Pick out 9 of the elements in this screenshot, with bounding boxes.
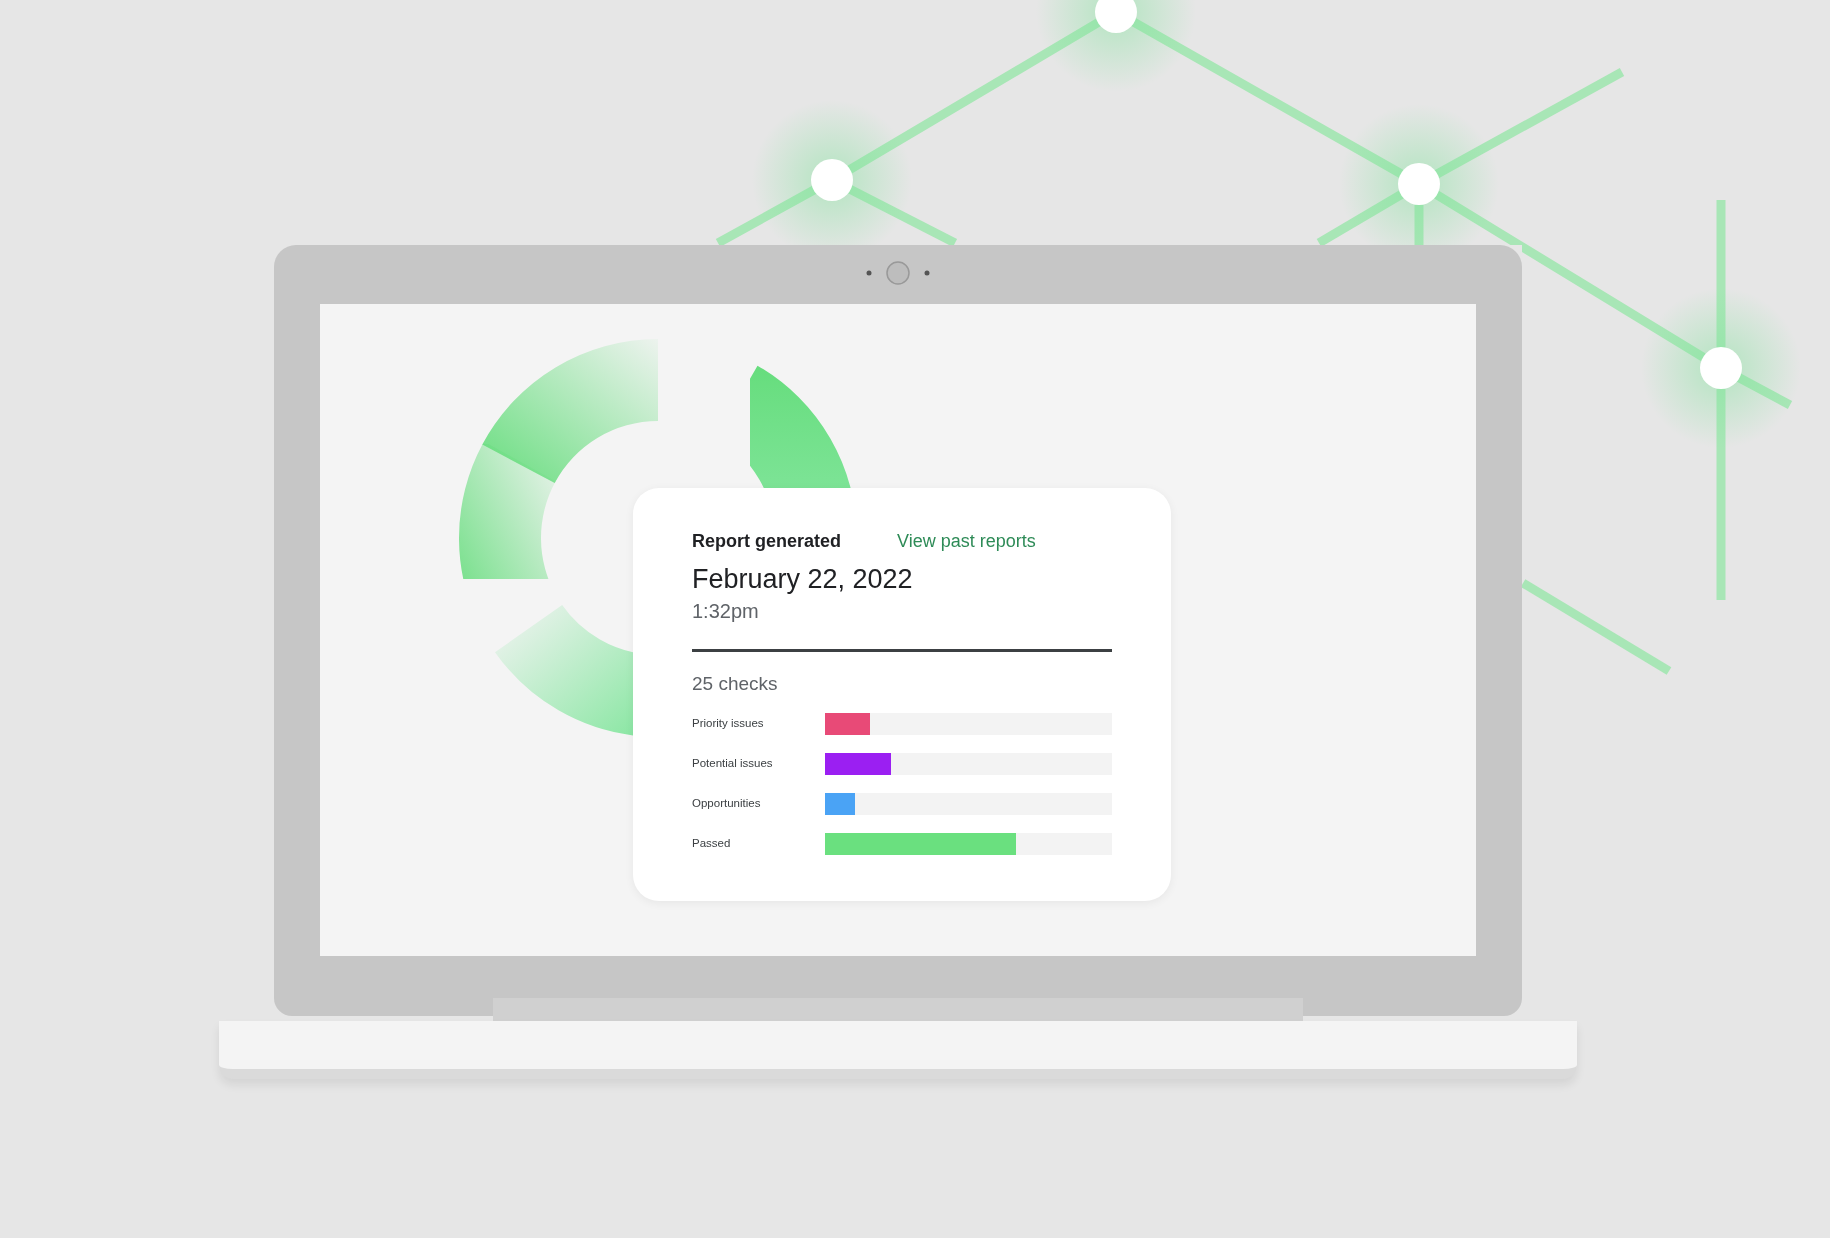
category-label: Opportunities (692, 795, 762, 811)
view-past-reports-link[interactable]: View past reports (897, 528, 1036, 555)
category-label: Potential issues (692, 755, 774, 771)
report-title: Report generated (692, 530, 842, 553)
category-label: Passed (692, 835, 732, 851)
report-time: 1:32pm (692, 599, 760, 624)
report-date: February 22, 2022 (692, 563, 914, 596)
category-label: Priority issues (692, 715, 765, 731)
checks-count: 25 checks (692, 672, 779, 696)
